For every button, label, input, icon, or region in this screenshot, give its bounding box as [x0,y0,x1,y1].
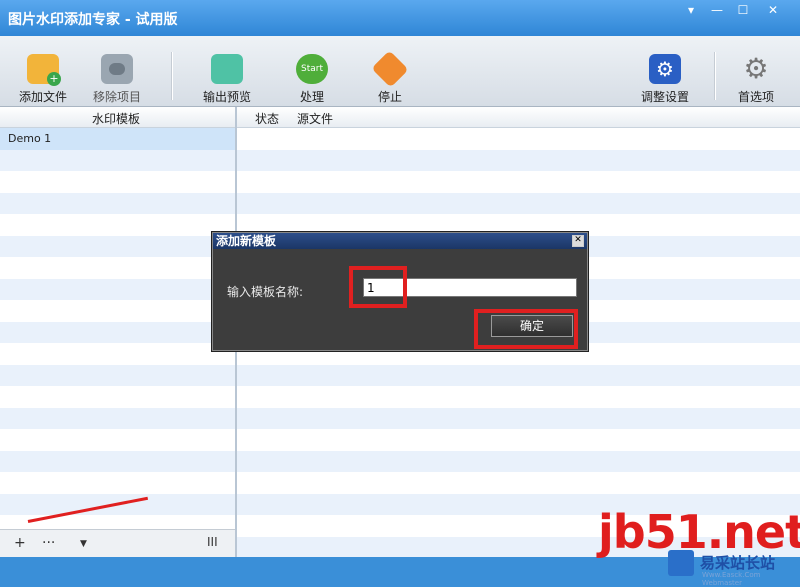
list-item-empty [0,300,235,322]
list-item-empty [0,214,235,236]
list-item-empty [0,364,235,386]
dialog-title: 添加新模板 ✕ [213,233,587,249]
table-row [237,429,800,451]
add-template-button[interactable]: + [14,535,26,551]
template-header: 水印模板 [0,107,235,128]
list-item-empty [0,386,235,408]
title-bar: 图片水印添加专家 - 试用版 ▾ — ☐ ✕ [0,0,800,36]
folder-remove-icon [101,54,133,84]
list-item-empty [0,472,235,494]
close-button[interactable]: ✕ [762,3,784,17]
stop-button[interactable]: 停止 [355,50,425,105]
watermark-brand: jb51.net [598,505,800,559]
template-column-header: 水印模板 [92,112,141,126]
watermark-sub: Www.Easck.Com Webmaster [702,571,761,587]
columns-icon[interactable]: III [207,535,218,549]
preview-icon [211,54,243,84]
site-logo-icon [668,550,694,576]
preferences-gear-icon: ⚙ [743,52,769,85]
watermark-site: 易采站长站 [700,554,776,572]
template-actions-button[interactable]: ··· [42,535,55,551]
table-row [237,386,800,408]
table-row [237,128,800,150]
settings-button[interactable]: ⚙ 调整设置 [630,54,700,105]
list-item-empty [0,171,235,193]
source-column-header[interactable]: 源文件 [297,110,333,127]
chevron-down-icon[interactable]: ▼ [80,539,87,549]
table-row [237,364,800,386]
list-item[interactable]: Demo 1 [0,128,235,150]
remove-item-button[interactable]: 移除项目 [82,54,152,105]
dialog-close-icon[interactable]: ✕ [572,235,584,247]
list-item-empty [0,235,235,257]
maximize-button[interactable]: ☐ [732,3,754,17]
table-row [237,472,800,494]
add-file-button[interactable]: + 添加文件 [8,54,78,105]
table-row [237,450,800,472]
list-item-empty [0,321,235,343]
template-panel: 水印模板 Demo 1 [0,107,237,557]
list-item-empty [0,149,235,171]
highlight-box-input [349,266,407,308]
window-title: 图片水印添加专家 - 试用版 [8,12,178,28]
output-preview-button[interactable]: 输出预览 [192,54,262,105]
list-item-empty [0,257,235,279]
list-item-empty [0,278,235,300]
process-button[interactable]: Start 处理 [277,54,347,105]
toolbar-separator [714,52,716,100]
list-item-empty [0,343,235,365]
table-row [237,149,800,171]
template-list: Demo 1 [0,128,235,537]
template-name-label: 输入模板名称: [227,285,304,299]
list-item-empty [0,429,235,451]
toolbar: + 添加文件 移除项目 输出预览 Start 处理 停止 ⚙ 调整设置 ⚙ 首选… [0,36,800,107]
table-row [237,192,800,214]
folder-add-icon: + [27,54,61,86]
file-header: 状态 源文件 [237,107,800,128]
table-row [237,407,800,429]
list-item-empty [0,192,235,214]
dropdown-icon[interactable]: ▾ [680,3,702,17]
gear-icon: ⚙ [649,54,681,84]
highlight-box-ok [474,309,578,349]
toolbar-separator [171,52,173,100]
preferences-button[interactable]: ⚙ 首选项 [721,54,791,105]
minimize-button[interactable]: — [706,3,728,17]
table-row [237,171,800,193]
stop-icon [371,50,409,88]
template-footer: + ··· ▼ III [0,529,235,558]
status-column-header[interactable]: 状态 [255,110,279,127]
start-icon: Start [296,54,328,84]
list-item-empty [0,407,235,429]
list-item-empty [0,450,235,472]
